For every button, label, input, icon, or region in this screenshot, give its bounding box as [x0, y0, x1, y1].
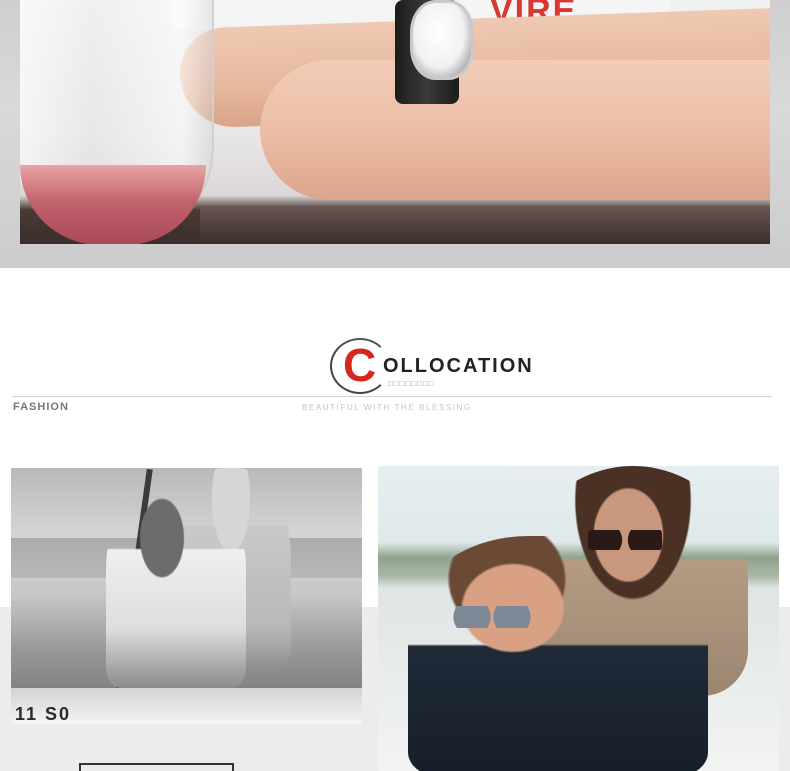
forearm	[260, 60, 770, 200]
red-wine	[20, 165, 206, 244]
cta-button-outline[interactable]	[79, 763, 234, 771]
boat-hull-text: 11 S0	[15, 704, 72, 724]
watch-face	[410, 0, 474, 80]
section-subtitle: □□□□□□□□	[388, 379, 435, 388]
man-figure	[408, 536, 708, 771]
section-divider	[12, 396, 772, 397]
section-title: OLLOCATION	[383, 355, 534, 377]
logo-initial: C	[343, 339, 377, 391]
man-sunglasses	[452, 606, 532, 628]
hero-product-image: VIRE	[20, 0, 770, 244]
gallery-photo-couple-color[interactable]	[378, 466, 779, 771]
table-surface	[200, 206, 770, 244]
gallery-photo-couple-bw[interactable]: 11 S0	[11, 468, 362, 724]
fashion-label: FASHION	[13, 401, 69, 413]
section-tagline: BEAUTIFUL WITH THE BLESSING	[302, 403, 472, 412]
man-figure	[106, 488, 246, 688]
